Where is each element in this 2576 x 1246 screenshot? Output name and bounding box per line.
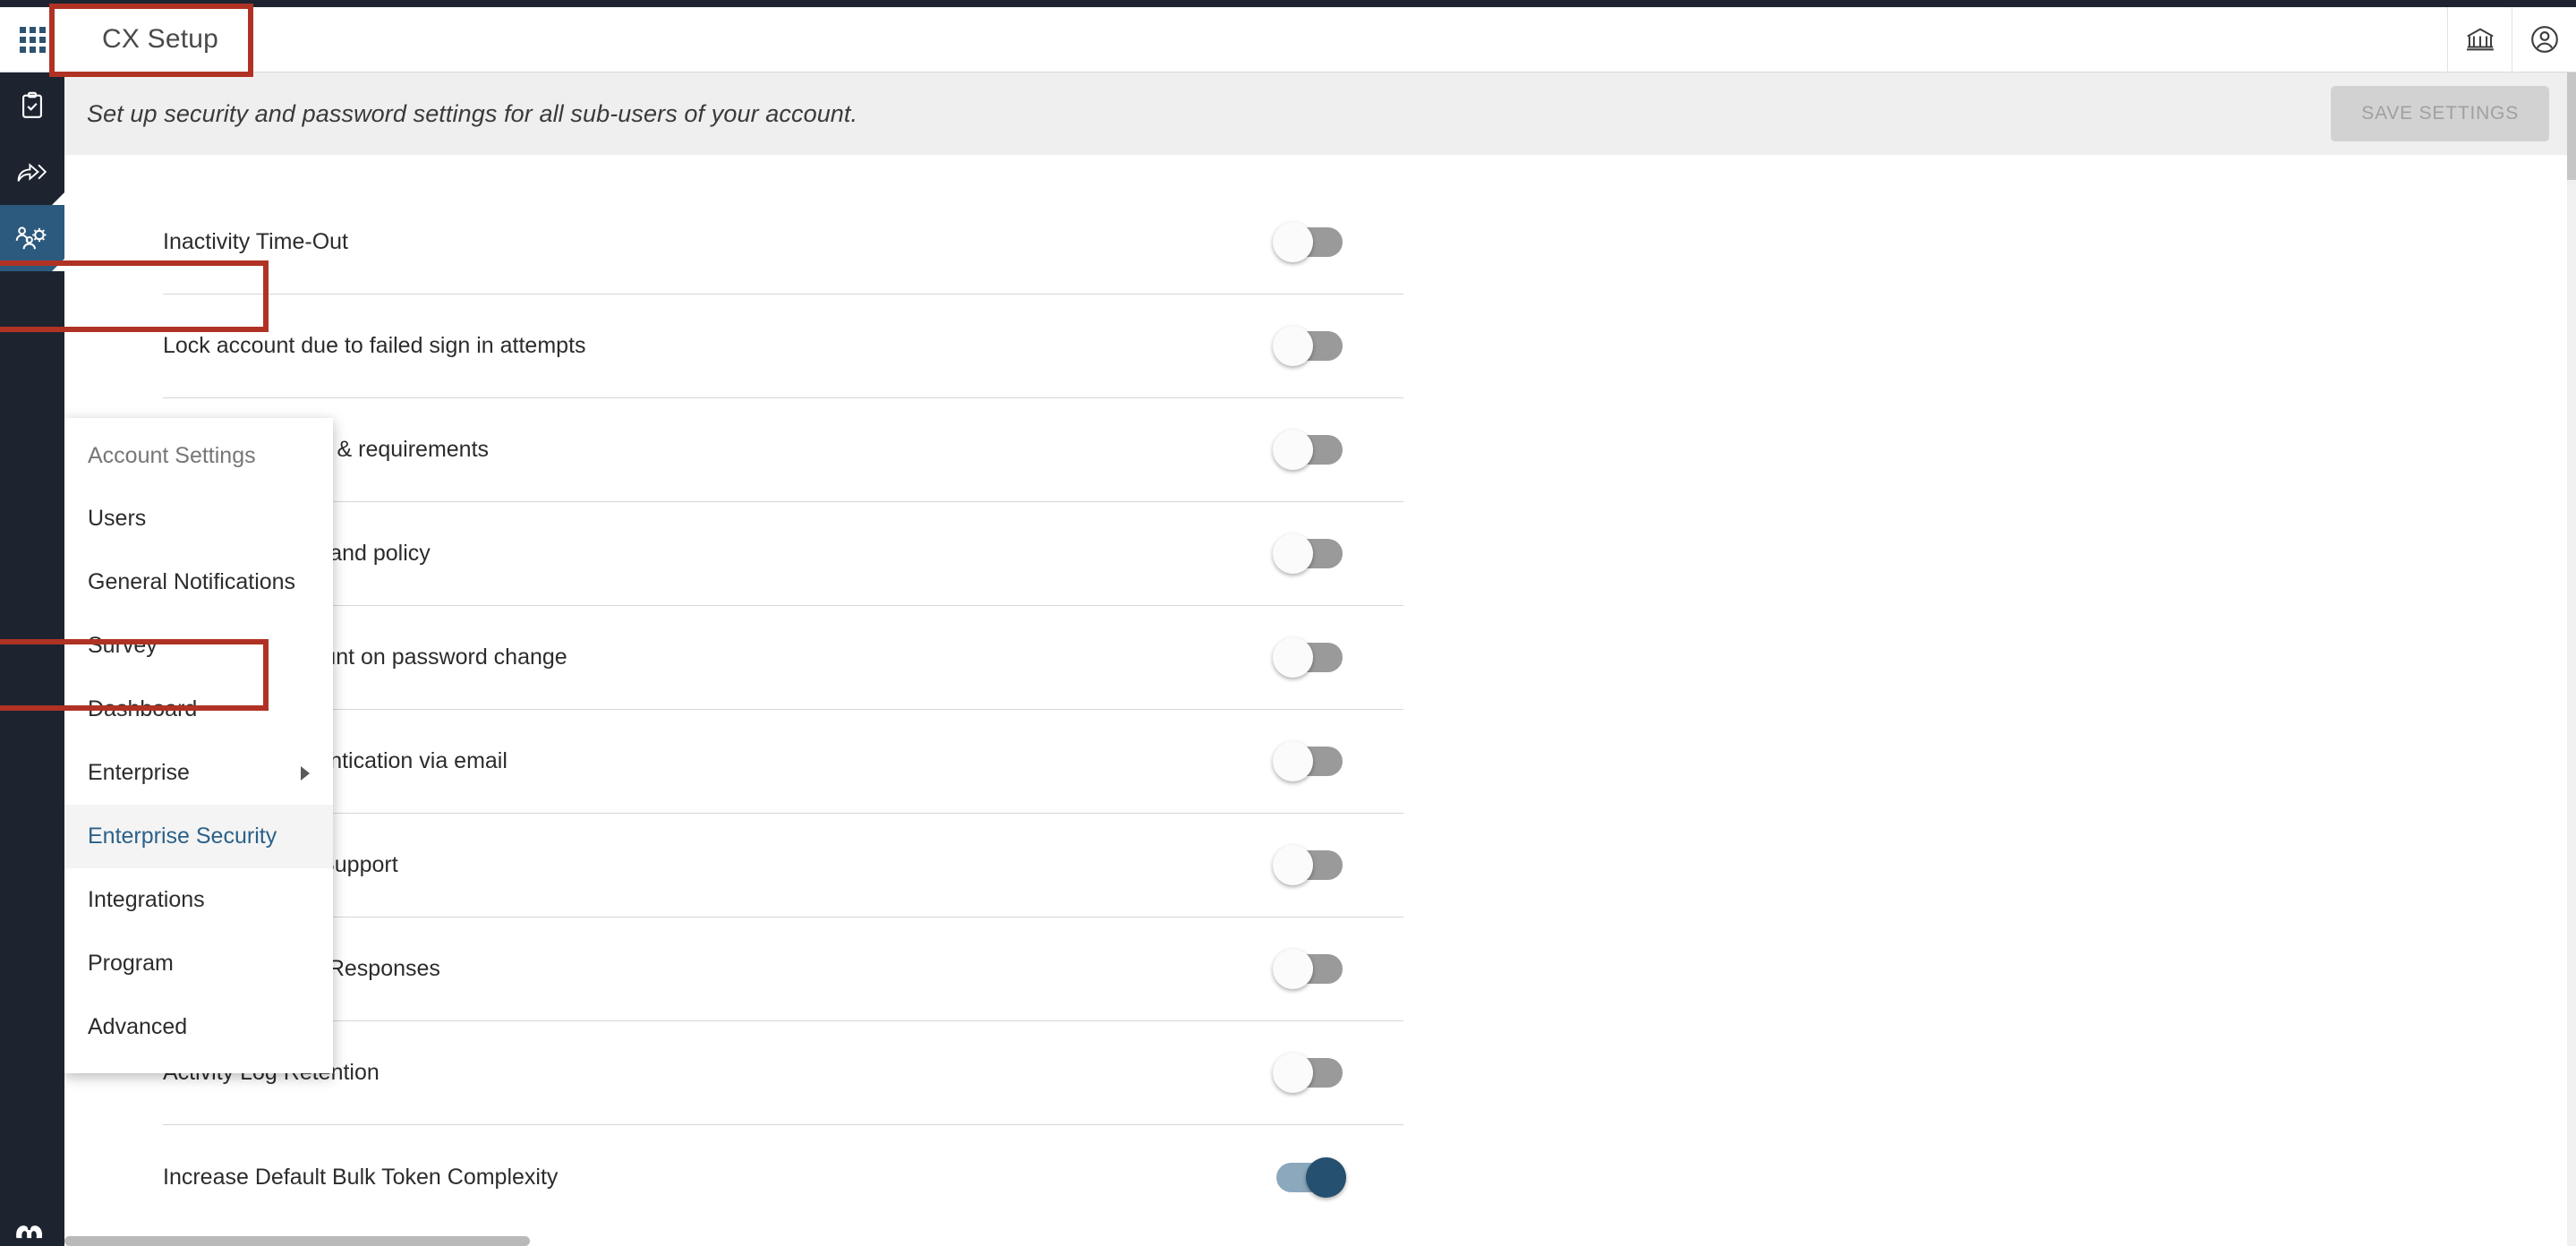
setting-row: Single Sign-On Support — [163, 814, 1403, 917]
setting-row-label: Increase Default Bulk Token Complexity — [163, 1164, 559, 1190]
vertical-scrollbar-thumb[interactable] — [2567, 73, 2576, 180]
menu-item-advanced[interactable]: Advanced — [64, 995, 333, 1059]
setting-toggle[interactable] — [1273, 1053, 1343, 1093]
setting-row: PII Redaction In Responses — [163, 917, 1403, 1021]
left-rail — [0, 73, 64, 1246]
setting-row-label: Inactivity Time-Out — [163, 229, 348, 254]
menu-item-list: Users General Notifications Survey Dashboar… — [64, 487, 333, 1059]
menu-item-label: Dashboard — [88, 696, 198, 721]
setting-toggle-knob — [1273, 222, 1313, 262]
setting-toggle[interactable] — [1273, 949, 1343, 989]
setting-row: Increase Default Bulk Token Complexity — [163, 1125, 1403, 1229]
setting-toggle[interactable] — [1276, 1156, 1346, 1198]
setting-row: Lock account due to failed sign in attem… — [163, 294, 1403, 398]
setting-row: Activity Log Retention — [163, 1021, 1403, 1125]
setting-toggle-knob — [1273, 949, 1313, 989]
app-root: CX Setup Set up security and password se… — [0, 0, 2576, 1246]
setting-toggle[interactable] — [1273, 637, 1343, 678]
menu-item-label: Program — [88, 951, 174, 976]
setting-row: Password format & requirements — [163, 398, 1403, 502]
main-content: Set up security and password settings fo… — [64, 73, 2576, 1246]
setting-toggle-knob — [1273, 637, 1313, 678]
grid-apps-glyph — [19, 26, 46, 53]
grid-apps-icon[interactable] — [0, 7, 64, 73]
top-bar-actions — [2447, 6, 2576, 73]
setting-toggle-knob — [1273, 533, 1313, 574]
share-forward-icon — [17, 163, 47, 182]
setting-row: Sign out of account on password change — [163, 606, 1403, 710]
setting-row-label: Lock account due to failed sign in attem… — [163, 333, 586, 358]
rail-item-clipboard[interactable] — [0, 73, 64, 139]
setting-toggle-knob — [1273, 845, 1313, 885]
menu-item-users[interactable]: Users — [64, 487, 333, 550]
menu-item-label: Enterprise Security — [88, 824, 277, 849]
setting-toggle[interactable] — [1273, 741, 1343, 781]
menu-item-label: Enterprise — [88, 760, 190, 785]
setting-toggle[interactable] — [1273, 222, 1343, 262]
clipboard-check-icon — [22, 91, 42, 118]
rail-item-account-settings[interactable] — [0, 205, 64, 271]
menu-item-integrations[interactable]: Integrations — [64, 868, 333, 932]
setting-toggle[interactable] — [1273, 430, 1343, 470]
menu-item-dashboard[interactable]: Dashboard — [64, 678, 333, 741]
institution-icon[interactable] — [2447, 6, 2512, 73]
users-gear-icon — [15, 226, 47, 250]
brand-logo-icon — [0, 1208, 64, 1239]
setting-toggle[interactable] — [1273, 326, 1343, 366]
chevron-right-icon — [301, 765, 310, 781]
menu-item-label: Integrations — [88, 887, 205, 912]
setting-toggle[interactable] — [1273, 845, 1343, 885]
top-bar: CX Setup — [0, 6, 2576, 73]
setting-row: Inactivity Time-Out — [163, 191, 1403, 294]
menu-item-label: Advanced — [88, 1014, 188, 1039]
menu-item-label: General Notifications — [88, 569, 296, 594]
menu-item-general-notifications[interactable]: General Notifications — [64, 550, 333, 614]
setting-row: Two-factor authentication via email — [163, 710, 1403, 814]
rail-item-share[interactable] — [0, 139, 64, 205]
rail-corner-marker — [52, 192, 64, 205]
setting-toggle-knob — [1273, 1053, 1313, 1093]
menu-header: Account Settings — [88, 443, 256, 468]
menu-item-survey[interactable]: Survey — [64, 614, 333, 678]
menu-item-enterprise[interactable]: Enterprise — [64, 741, 333, 805]
page-title: CX Setup — [102, 24, 219, 54]
horizontal-scrollbar-thumb[interactable] — [64, 1236, 530, 1246]
settings-rows: Inactivity Time-Out Lock account due to f… — [64, 155, 2576, 1229]
page-subheader: Set up security and password settings fo… — [64, 73, 2576, 155]
setting-toggle-knob — [1306, 1156, 1346, 1198]
menu-item-program[interactable]: Program — [64, 932, 333, 995]
settings-panel: Inactivity Time-Out Lock account due to f… — [64, 155, 2576, 1246]
rail-corner-marker — [52, 259, 64, 271]
menu-item-enterprise-security[interactable]: Enterprise Security — [64, 805, 333, 868]
setting-toggle-knob — [1273, 326, 1313, 366]
save-settings-button[interactable]: SAVE SETTINGS — [2331, 86, 2549, 141]
setting-toggle[interactable] — [1273, 533, 1343, 574]
menu-item-label: Users — [88, 506, 147, 531]
setting-toggle-knob — [1273, 741, 1313, 781]
vertical-scrollbar[interactable] — [2567, 73, 2576, 1246]
setting-row: Password reuse and policy — [163, 502, 1403, 606]
window-top-strip — [0, 0, 2576, 7]
setting-toggle-knob — [1273, 430, 1313, 470]
page-description: Set up security and password settings fo… — [87, 99, 858, 127]
menu-item-label: Survey — [88, 633, 158, 658]
account-settings-dropdown: Account Settings Users General Notificati… — [64, 418, 333, 1073]
user-account-icon[interactable] — [2512, 6, 2576, 73]
